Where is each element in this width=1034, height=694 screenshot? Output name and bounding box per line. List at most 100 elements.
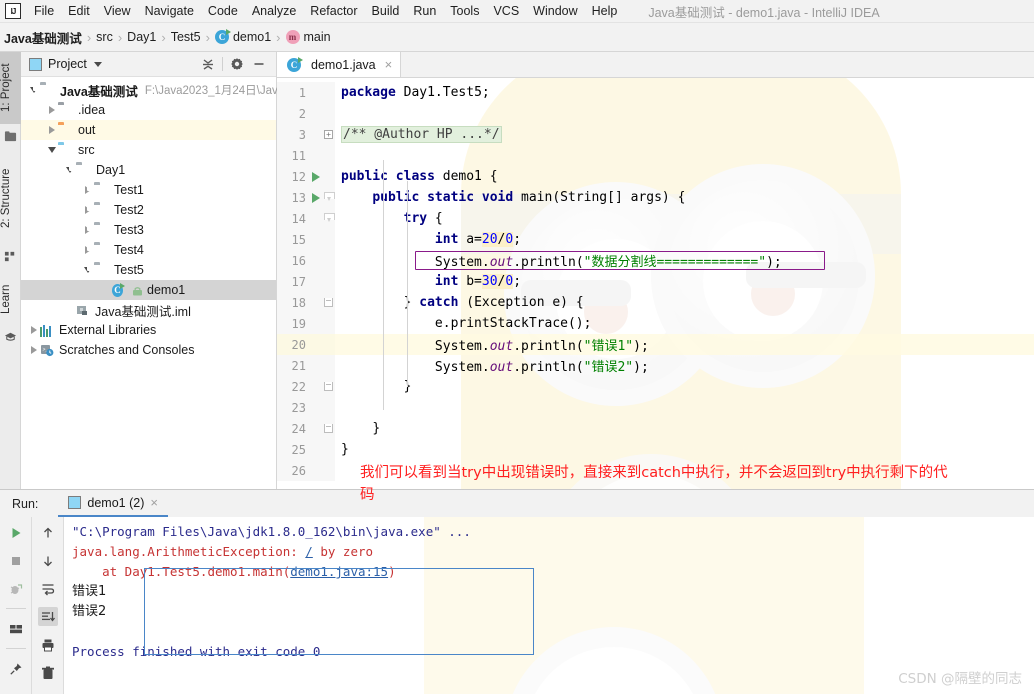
code-line-18[interactable]: 18 } catch (Exception e) { xyxy=(277,292,1034,313)
settings-gear-icon[interactable] xyxy=(226,54,248,74)
twisty-right-icon[interactable] xyxy=(45,106,58,114)
clear-all-icon[interactable] xyxy=(38,663,58,682)
fold-collapse-button[interactable] xyxy=(322,298,335,307)
menu-build[interactable]: Build xyxy=(365,2,407,20)
code-line-11[interactable]: 11 xyxy=(277,145,1034,166)
code-line-17[interactable]: 17 int b=30/0; xyxy=(277,271,1034,292)
hide-panel-button[interactable] xyxy=(248,54,270,74)
fold-collapse-button[interactable] xyxy=(322,424,335,433)
fold-collapse-button[interactable] xyxy=(322,382,335,391)
stacktrace-link[interactable]: demo1.java:15 xyxy=(290,564,388,579)
package-icon xyxy=(94,184,109,196)
breadcrumb-item-day1[interactable]: Day1 xyxy=(127,30,156,44)
twisty-right-icon[interactable] xyxy=(45,126,58,134)
code-line-21[interactable]: 21 System.out.println("错误2"); xyxy=(277,355,1034,376)
scroll-up-icon[interactable] xyxy=(38,523,58,542)
code-canvas[interactable]: 1 package Day1.Test5; 2 3 + /** @Author … xyxy=(277,78,1034,489)
soft-wrap-icon[interactable] xyxy=(38,579,58,598)
scroll-to-end-icon[interactable] xyxy=(37,607,58,626)
code-line-13[interactable]: 13 public static void main(String[] args… xyxy=(277,187,1034,208)
code-line-16[interactable]: 16 System.out.println("数据分割线============… xyxy=(277,250,1034,271)
class-icon: C xyxy=(287,56,303,72)
code-text: public class demo1 { xyxy=(341,169,498,184)
breadcrumb-item-src[interactable]: src xyxy=(96,30,113,44)
code-line-20[interactable]: 20 System.out.println("错误1"); xyxy=(277,334,1034,355)
breadcrumb-item-demo1[interactable]: C demo1 xyxy=(214,29,271,44)
rerun-icon[interactable] xyxy=(6,523,26,542)
menu-vcs[interactable]: VCS xyxy=(486,2,526,20)
close-icon[interactable]: × xyxy=(385,57,393,72)
twisty-right-icon[interactable] xyxy=(27,326,40,334)
tree-item-test3[interactable]: Test3 xyxy=(21,220,276,240)
breadcrumb-separator: › xyxy=(161,29,166,45)
scroll-down-icon[interactable] xyxy=(38,551,58,570)
fold-collapse-button[interactable] xyxy=(322,192,335,203)
menu-window[interactable]: Window xyxy=(526,2,584,20)
debug-icon[interactable] xyxy=(6,579,26,598)
code-line-25[interactable]: 25 } xyxy=(277,439,1034,460)
tree-item-test2[interactable]: Test2 xyxy=(21,200,276,220)
breadcrumb-separator: › xyxy=(205,29,210,45)
tree-item-day1[interactable]: Day1 xyxy=(21,160,276,180)
menu-navigate[interactable]: Navigate xyxy=(138,2,201,20)
tree-item-test4[interactable]: Test4 xyxy=(21,240,276,260)
breadcrumb-item-project[interactable]: Java基础测试 xyxy=(4,28,82,47)
fold-expand-button[interactable]: + xyxy=(322,130,335,139)
menu-refactor[interactable]: Refactor xyxy=(303,2,364,20)
run-class-gutter-icon[interactable] xyxy=(309,171,322,182)
folded-comment[interactable]: /** @Author HP ...*/ xyxy=(341,126,502,143)
menu-run[interactable]: Run xyxy=(406,2,443,20)
code-line-2[interactable]: 2 xyxy=(277,103,1034,124)
menu-analyze[interactable]: Analyze xyxy=(245,2,303,20)
menu-view[interactable]: View xyxy=(97,2,138,20)
code-line-1[interactable]: 1 package Day1.Test5; xyxy=(277,82,1034,103)
breadcrumb-item-main[interactable]: m main xyxy=(285,30,331,44)
tree-item-out[interactable]: out xyxy=(21,120,276,140)
print-icon[interactable] xyxy=(38,635,58,654)
chevron-down-icon[interactable] xyxy=(93,61,102,67)
menu-help[interactable]: Help xyxy=(585,2,625,20)
tree-item-scratches[interactable]: >_ Scratches and Consoles xyxy=(21,340,276,360)
divide-link[interactable]: / xyxy=(305,544,313,559)
gutter: 16 xyxy=(277,250,335,271)
pin-icon[interactable] xyxy=(6,659,26,678)
tree-item-src[interactable]: src xyxy=(21,140,276,160)
tree-item-idea[interactable]: .idea xyxy=(21,100,276,120)
line-number: 21 xyxy=(291,358,306,373)
twisty-right-icon[interactable] xyxy=(27,346,40,354)
fold-collapse-button[interactable] xyxy=(322,213,335,224)
code-line-23[interactable]: 23 xyxy=(277,397,1034,418)
run-method-gutter-icon[interactable] xyxy=(309,192,322,203)
menu-code[interactable]: Code xyxy=(201,2,245,20)
stop-icon[interactable] xyxy=(6,551,26,570)
tree-item-test5[interactable]: Test5 xyxy=(21,260,276,280)
menu-tools[interactable]: Tools xyxy=(443,2,486,20)
console-line-exception: java.lang.ArithmeticException: / by zero xyxy=(72,544,374,559)
tree-item-project-root[interactable]: Java基础测试 F:\Java2023_1月24日\Jav. xyxy=(21,80,280,100)
tree-item-demo1[interactable]: C demo1 xyxy=(21,280,276,300)
code-line-3[interactable]: 3 + /** @Author HP ...*/ xyxy=(277,124,1034,145)
rail-tab-learn[interactable]: Learn xyxy=(0,274,21,324)
tree-item-external-libraries[interactable]: External Libraries xyxy=(21,320,276,340)
tree-item-iml[interactable]: Java基础测试.iml xyxy=(21,300,276,320)
tree-item-test1[interactable]: Test1 xyxy=(21,180,276,200)
console-output[interactable]: "C:\Program Files\Java\jdk1.8.0_162\bin\… xyxy=(64,517,1034,694)
code-line-22[interactable]: 22 } xyxy=(277,376,1034,397)
menu-file[interactable]: File xyxy=(27,2,61,20)
code-line-12[interactable]: 12 public class demo1 { xyxy=(277,166,1034,187)
code-line-15[interactable]: 15 int a=20/0; xyxy=(277,229,1034,250)
editor-tab-demo1-java[interactable]: C demo1.java × xyxy=(277,52,402,77)
twisty-down-icon[interactable] xyxy=(45,147,58,153)
tree-item-label: Java基础测试 xyxy=(60,84,138,99)
code-line-14[interactable]: 14 try { xyxy=(277,208,1034,229)
breadcrumb-item-test5[interactable]: Test5 xyxy=(171,30,201,44)
layout-settings-icon[interactable] xyxy=(6,619,26,638)
close-icon[interactable]: × xyxy=(150,495,158,510)
menu-edit[interactable]: Edit xyxy=(61,2,97,20)
rail-tab-structure[interactable]: 2: Structure xyxy=(0,152,21,244)
code-line-19[interactable]: 19 e.printStackTrace(); xyxy=(277,313,1034,334)
rail-tab-project[interactable]: 1: Project xyxy=(0,52,21,124)
run-tab-demo1[interactable]: demo1 (2) × xyxy=(58,490,168,517)
code-line-24[interactable]: 24 } xyxy=(277,418,1034,439)
collapse-all-button[interactable] xyxy=(197,54,219,74)
